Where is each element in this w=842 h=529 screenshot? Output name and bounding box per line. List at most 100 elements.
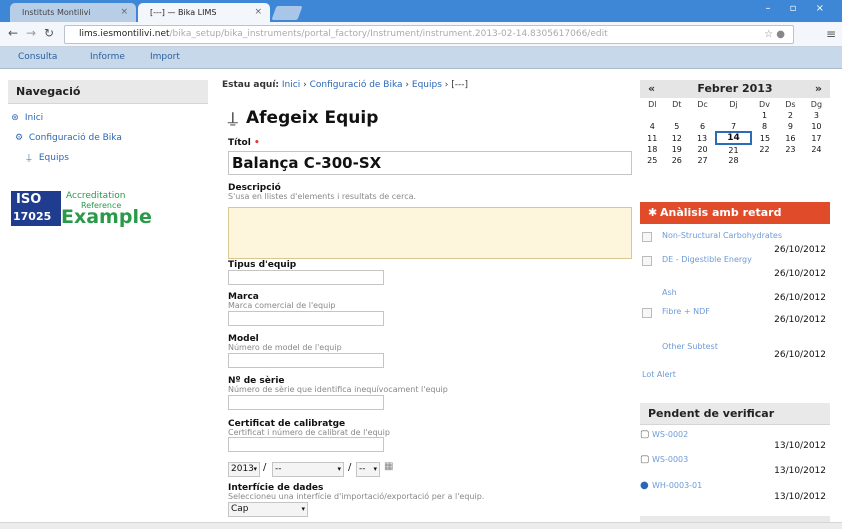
calendar-day[interactable]: 6 xyxy=(689,121,716,132)
calendar-day[interactable]: 24 xyxy=(803,144,830,155)
calendar-next-button[interactable]: » xyxy=(815,80,822,98)
calendar-prev-button[interactable]: « xyxy=(648,80,655,98)
calendar-day[interactable]: 26 xyxy=(665,155,690,166)
nav-import[interactable]: Import xyxy=(150,52,180,62)
calendar-icon[interactable]: ▦ xyxy=(384,461,393,472)
browser-tab-1[interactable]: Instituts Montilivi × xyxy=(10,3,136,22)
calendar-day[interactable]: 15 xyxy=(751,132,778,144)
breadcrumb: Estau aquí: Inici › Configuració de Bika… xyxy=(222,80,632,94)
calendar-day[interactable]: 1 xyxy=(751,110,778,121)
data-interface-hint: Seleccioneu una interfície d'importació/… xyxy=(228,492,485,501)
horizontal-scrollbar[interactable] xyxy=(0,522,842,529)
calendar-day[interactable]: 10 xyxy=(803,121,830,132)
calendar-day[interactable]: 27 xyxy=(689,155,716,166)
verify-item-name[interactable]: WH-0003-01 xyxy=(652,481,702,490)
brand-hint: Marca comercial de l'equip xyxy=(228,301,336,310)
calendar-day[interactable]: 17 xyxy=(803,132,830,144)
reload-icon[interactable]: ↻ xyxy=(44,26,54,40)
chevron-down-icon: ▾ xyxy=(373,465,377,473)
breadcrumb-sep: › xyxy=(444,80,449,90)
calendar-day[interactable]: 28 xyxy=(716,155,751,166)
calendar-day[interactable]: 2 xyxy=(778,110,803,121)
model-input[interactable] xyxy=(228,353,384,368)
checkbox[interactable] xyxy=(642,256,652,266)
late-item-date: 26/10/2012 xyxy=(774,245,826,255)
calendar-day[interactable]: 4 xyxy=(640,121,665,132)
month-value: -- xyxy=(275,464,282,474)
back-arrow-icon[interactable]: ← xyxy=(8,26,18,40)
nav-consulta[interactable]: Consulta xyxy=(18,52,57,62)
verify-item[interactable]: ● WH-0003-01 13/10/2012 xyxy=(640,480,830,510)
calendar-day[interactable]: 3 xyxy=(803,110,830,121)
sidebar-item-config[interactable]: ⚙ Configuració de Bika xyxy=(8,128,208,148)
checkbox[interactable] xyxy=(642,308,652,318)
late-item[interactable]: Fibre + NDF 26/10/2012 xyxy=(640,307,830,345)
breadcrumb-home[interactable]: Inici xyxy=(282,80,300,90)
calendar-day[interactable]: 18 xyxy=(640,144,665,155)
description-textarea[interactable] xyxy=(228,207,632,259)
late-item-name[interactable]: Fibre + NDF xyxy=(662,307,710,316)
brand-input[interactable] xyxy=(228,311,384,326)
calibration-input[interactable] xyxy=(228,437,384,452)
late-item-name[interactable]: Non-Structural Carbohydrates xyxy=(662,231,782,240)
nav-informe[interactable]: Informe xyxy=(90,52,125,62)
calendar-header: « Febrer 2013 » xyxy=(640,80,830,98)
calendar-day[interactable]: 13 xyxy=(689,132,716,144)
new-tab-button[interactable] xyxy=(271,6,303,20)
calendar-weekday: Ds xyxy=(785,99,796,109)
browser-menu-icon[interactable]: ≡ xyxy=(826,27,836,41)
calendar-day[interactable]: 19 xyxy=(665,144,690,155)
calibration-day-select[interactable]: -- ▾ xyxy=(356,462,380,477)
verify-item-name[interactable]: WS-0003 xyxy=(652,455,688,464)
calibration-hint: Certificat i número de calibrat de l'equ… xyxy=(228,428,390,437)
calendar-day xyxy=(640,110,665,121)
app-top-nav: Consulta Informe Import xyxy=(0,47,842,69)
calendar-day[interactable]: 16 xyxy=(778,132,803,144)
calendar-day xyxy=(689,110,716,121)
instrument-type-select[interactable] xyxy=(228,270,384,285)
calendar-weekday: Dj xyxy=(729,99,738,109)
tab-close-icon[interactable]: × xyxy=(120,3,128,22)
calendar-day[interactable]: 22 xyxy=(751,144,778,155)
star-icon[interactable]: ☆ ● xyxy=(764,26,785,43)
calendar-day[interactable]: 5 xyxy=(665,121,690,132)
calendar-day[interactable]: 14 xyxy=(715,131,753,145)
breadcrumb-config[interactable]: Configuració de Bika xyxy=(310,80,403,90)
lot-alert-link[interactable]: Lot Alert xyxy=(642,370,676,379)
verify-item-name[interactable]: WS-0002 xyxy=(652,430,688,439)
browser-tab-2[interactable]: [---] — Bika LIMS × xyxy=(138,3,270,22)
sidebar-item-instruments[interactable]: ⍊ Equips xyxy=(8,148,208,168)
calendar-day[interactable]: 8 xyxy=(751,121,778,132)
sidebar-item-home[interactable]: ⊛ Inici xyxy=(8,108,208,128)
logo-line1: Accreditation xyxy=(66,191,126,201)
calendar-day[interactable]: 11 xyxy=(640,132,665,144)
sidebar-item-label: Equips xyxy=(38,153,69,163)
calibration-month-select[interactable]: -- ▾ xyxy=(272,462,344,477)
breadcrumb-instruments[interactable]: Equips xyxy=(412,80,442,90)
calibration-year-select[interactable]: 2013 ▾ xyxy=(228,462,260,477)
day-value: -- xyxy=(359,464,366,474)
serial-input[interactable] xyxy=(228,395,384,410)
checkbox[interactable] xyxy=(642,232,652,242)
calendar-weekday: Dt xyxy=(672,99,682,109)
data-interface-select[interactable]: Cap ▾ xyxy=(228,502,308,517)
calendar-day[interactable]: 20 xyxy=(689,144,716,155)
window-controls[interactable]: – ▫ × xyxy=(765,3,832,14)
late-item-name[interactable]: Ash xyxy=(662,288,677,297)
calendar-day[interactable]: 23 xyxy=(778,144,803,155)
calendar-day[interactable]: 21 xyxy=(716,144,751,155)
sidebar-item-label: Configuració de Bika xyxy=(28,133,122,143)
calendar-day[interactable]: 9 xyxy=(778,121,803,132)
forward-arrow-icon[interactable]: → xyxy=(26,26,36,40)
calendar-day[interactable]: 25 xyxy=(640,155,665,166)
interface-value: Cap xyxy=(231,504,249,514)
late-item-name[interactable]: Other Subtest xyxy=(662,342,718,351)
address-bar[interactable]: lims.iesmontilivi.net/bika_setup/bika_in… xyxy=(64,25,794,44)
title-field[interactable]: Balança C-300-SX xyxy=(228,151,632,175)
calendar-day[interactable]: 7 xyxy=(716,121,751,132)
late-item-name[interactable]: DE - Digestible Energy xyxy=(662,255,752,264)
calendar-title: Febrer 2013 xyxy=(697,82,773,95)
tab-close-icon[interactable]: × xyxy=(254,3,262,22)
calendar-day[interactable]: 12 xyxy=(665,132,690,144)
serial-hint: Número de sèrie que identifica inequívoc… xyxy=(228,385,448,394)
